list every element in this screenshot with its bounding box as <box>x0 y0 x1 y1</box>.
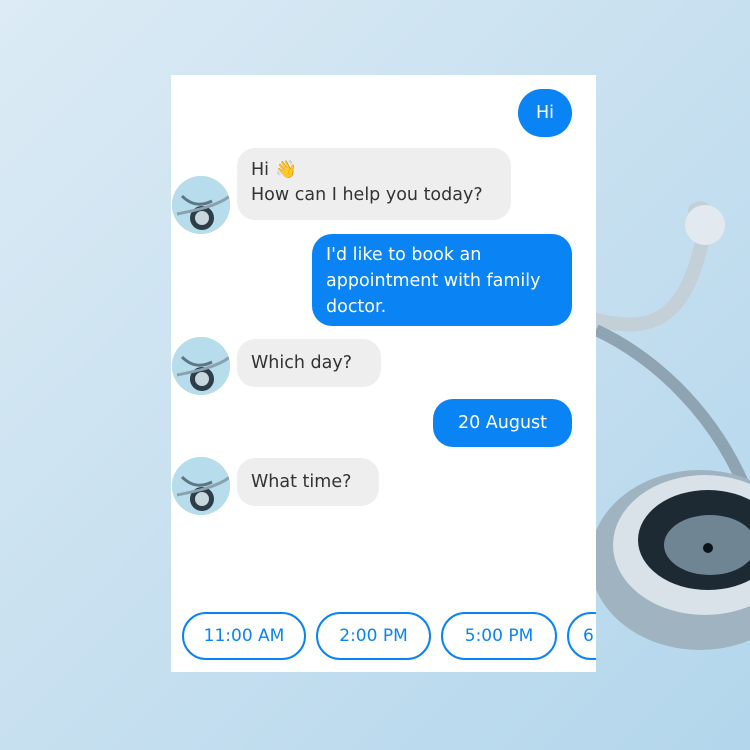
bot-message: Hi 👋 How can I help you today? <box>237 148 511 220</box>
quick-reply-button[interactable]: 11:00 AM <box>182 612 306 660</box>
quick-reply-button[interactable]: 2:00 PM <box>316 612 431 660</box>
stethoscope-icon <box>172 337 230 395</box>
bot-message: Which day? <box>237 339 381 387</box>
bot-avatar <box>172 337 230 395</box>
stethoscope-icon <box>172 176 230 234</box>
waving-hand-icon: 👋 <box>275 160 297 180</box>
quick-reply-button[interactable]: 6 <box>567 612 596 660</box>
chat-window: Hi Hi 👋 How can I help you today? I'd lik… <box>171 75 596 672</box>
user-message: I'd like to book an appointment with fam… <box>312 234 572 326</box>
bot-avatar <box>172 457 230 515</box>
bot-message-text: Hi <box>251 160 270 180</box>
bot-message: What time? <box>237 458 379 506</box>
user-message: 20 August <box>433 399 572 447</box>
quick-reply-button[interactable]: 5:00 PM <box>441 612 557 660</box>
stethoscope-icon <box>172 457 230 515</box>
bot-message-text: How can I help you today? <box>251 185 483 205</box>
user-message: Hi <box>518 89 572 137</box>
bot-avatar <box>172 176 230 234</box>
